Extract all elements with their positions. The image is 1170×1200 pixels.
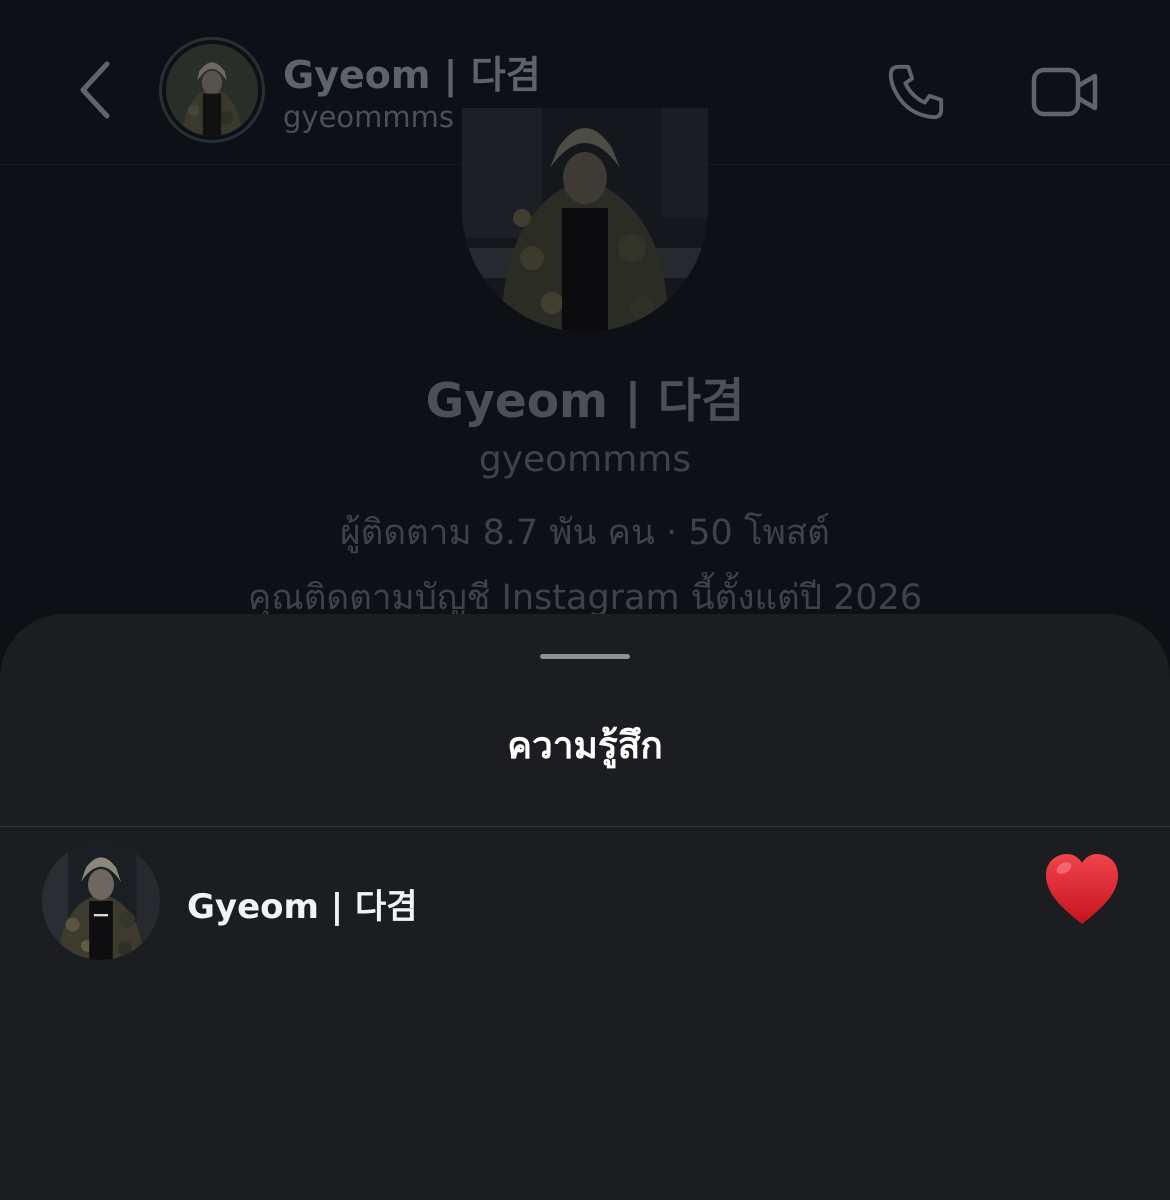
- sheet-drag-handle[interactable]: [540, 654, 630, 659]
- header-display-name[interactable]: Gyeom | 다겸: [283, 44, 541, 99]
- profile-display-name: Gyeom | 다겸: [425, 374, 745, 429]
- reactions-sheet: ความรู้สึก Gyeom | 다겸: [0, 614, 1170, 1200]
- audio-call-button[interactable]: [876, 52, 956, 132]
- back-button[interactable]: [60, 50, 130, 130]
- sheet-title: ความรู้สึก: [507, 724, 663, 767]
- avatar: [166, 44, 258, 136]
- phone-icon: [888, 64, 944, 120]
- video-camera-icon: [1031, 67, 1098, 117]
- profile-username: gyeommms: [478, 439, 692, 480]
- profile-stats: ผู้ติดตาม 8.7 พัน คน · 50 โพสต์: [340, 513, 830, 553]
- profile-avatar[interactable]: [462, 108, 708, 332]
- chevron-left-icon: [80, 61, 110, 119]
- instagram-dm-screen: Gyeom | 다겸 gyeommms Gyeom | 다겸 gyeommms …: [0, 0, 1170, 1200]
- list-item[interactable]: Gyeom | 다겸: [0, 836, 1170, 966]
- header-username: gyeommms: [283, 100, 455, 134]
- avatar[interactable]: [42, 842, 160, 960]
- reaction-user-name: Gyeom | 다겸: [187, 887, 418, 927]
- divider: [0, 826, 1170, 827]
- video-call-button[interactable]: [1020, 52, 1110, 132]
- header-avatar[interactable]: [159, 37, 265, 143]
- red-heart-icon[interactable]: [1040, 848, 1130, 938]
